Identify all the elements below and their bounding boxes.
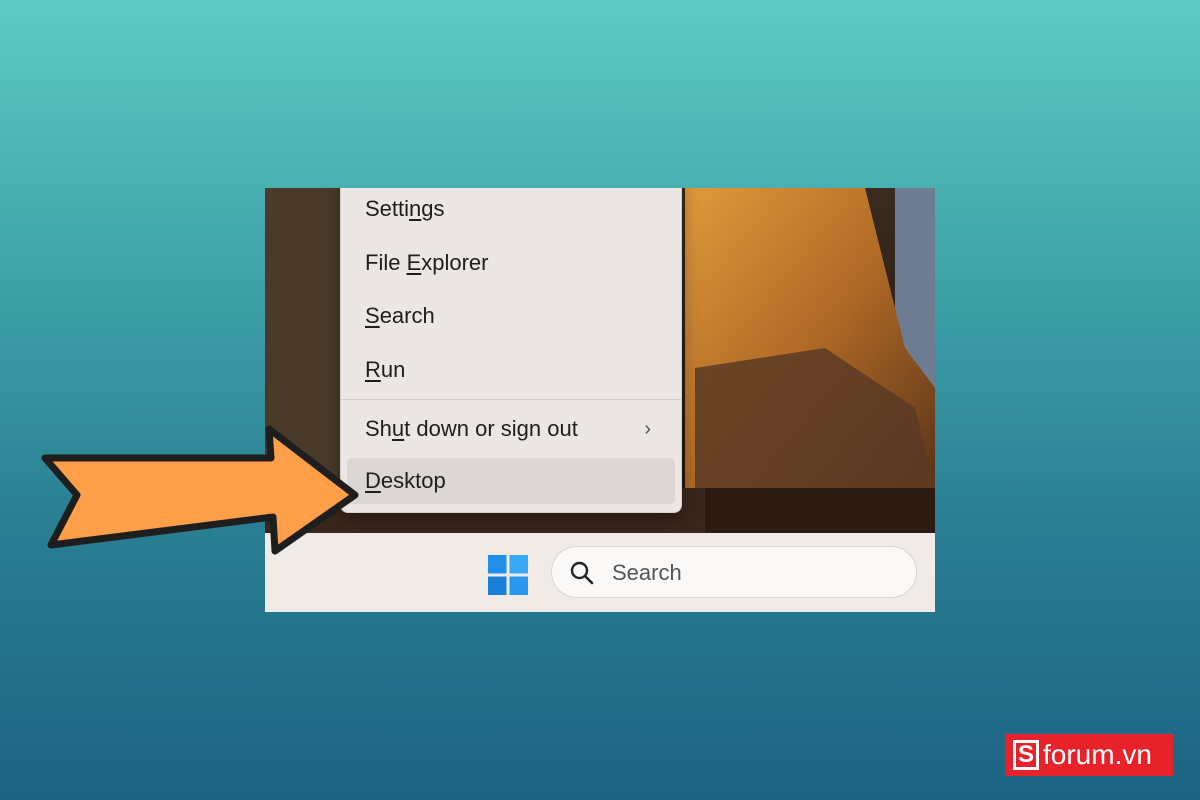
menu-item-shut-down[interactable]: Shut down or sign out ›: [347, 406, 675, 452]
menu-item-settings[interactable]: Settings: [347, 188, 675, 232]
menu-item-run-accesskey: R: [365, 357, 381, 382]
menu-item-settings-text-a: Setti: [365, 196, 410, 221]
taskbar-search-box[interactable]: Search: [551, 546, 917, 598]
menu-item-desktop[interactable]: Desktop: [347, 458, 675, 504]
menu-item-settings-text-b: gs: [421, 196, 445, 221]
menu-item-run-text-b: un: [380, 357, 406, 382]
menu-item-search-text-b: earch: [379, 303, 435, 328]
menu-item-shut-down-text-b: t down or sign out: [404, 416, 578, 441]
menu-item-search[interactable]: Search: [347, 293, 675, 339]
brand-mark-icon: S: [1013, 740, 1039, 770]
brand-text: forum.vn: [1043, 739, 1152, 770]
menu-separator: [341, 399, 681, 400]
windows-logo-icon[interactable]: [488, 555, 528, 595]
search-icon: [569, 560, 595, 586]
pointer-arrow-icon: [35, 425, 375, 557]
chevron-right-icon: ›: [644, 418, 651, 440]
menu-item-file-explorer-accesskey: E: [406, 250, 422, 275]
menu-item-file-explorer[interactable]: File Explorer: [347, 240, 675, 286]
menu-item-desktop-text-b: esktop: [380, 468, 446, 493]
brand-logo: S forum.vn: [1005, 734, 1173, 776]
menu-item-run[interactable]: Run: [347, 347, 675, 393]
menu-item-settings-accesskey: n: [409, 196, 422, 221]
menu-item-search-accesskey: S: [365, 303, 380, 328]
menu-item-file-explorer-text-a: File: [365, 250, 407, 275]
taskbar-search-label: Search: [612, 560, 682, 585]
context-menu: Settings File Explorer Search Run Shut d…: [340, 188, 682, 513]
menu-item-shut-down-accesskey: u: [391, 416, 405, 441]
menu-item-file-explorer-text-b: xplorer: [421, 250, 489, 275]
